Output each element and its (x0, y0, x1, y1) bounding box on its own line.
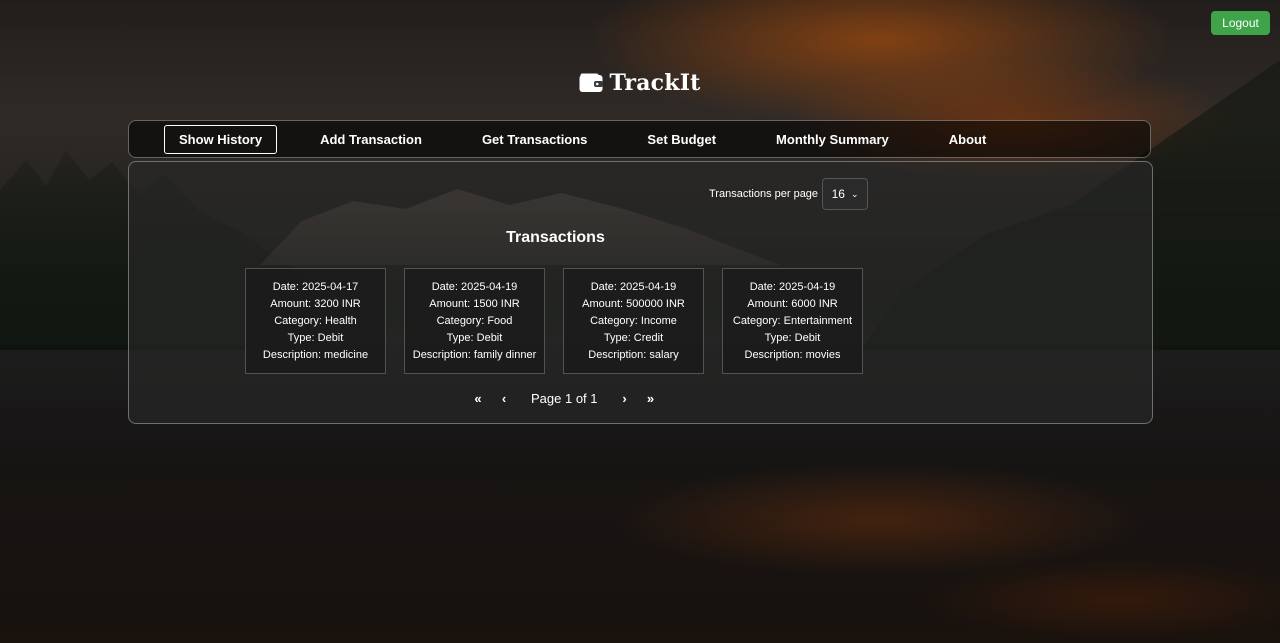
per-page-select[interactable]: 16 ⌄ (822, 178, 869, 210)
transaction-category: Category: Entertainment (732, 314, 853, 327)
per-page-value: 16 (831, 187, 845, 201)
chevron-down-icon: ⌄ (850, 188, 859, 199)
history-panel: Transactions per page 16 ⌄ Transactions … (128, 161, 1153, 424)
pagination: « ‹ Page 1 of 1 › » (465, 391, 664, 406)
transaction-date: Date: 2025-04-19 (749, 280, 836, 293)
transaction-category: Category: Health (274, 314, 357, 327)
last-page-icon[interactable]: » (638, 391, 664, 406)
wallet-icon (579, 73, 604, 93)
transaction-amount: Amount: 500000 INR (582, 297, 685, 310)
transaction-amount: Amount: 1500 INR (429, 297, 520, 310)
next-page-icon[interactable]: › (612, 391, 638, 406)
transaction-description: Description: salary (588, 348, 679, 361)
transaction-description: Description: movies (744, 348, 841, 361)
transaction-amount: Amount: 6000 INR (747, 297, 838, 310)
transaction-date: Date: 2025-04-19 (590, 280, 677, 293)
nav-about[interactable]: About (934, 125, 1002, 154)
transaction-type: Type: Credit (603, 331, 664, 344)
transactions-title: Transactions (506, 229, 605, 246)
per-page-label: Transactions per page (709, 188, 819, 200)
transaction-category: Category: Food (436, 314, 513, 327)
brand: TrackIt (0, 70, 1280, 98)
nav-add-transaction[interactable]: Add Transaction (305, 125, 437, 154)
transaction-card: Date: 2025-04-19 Amount: 6000 INR Catego… (722, 268, 863, 374)
nav-show-history[interactable]: Show History (164, 124, 278, 154)
logout-button[interactable]: Logout (1211, 11, 1270, 35)
transaction-category: Category: Income (590, 314, 677, 327)
transaction-type: Type: Debit (287, 331, 344, 344)
first-page-icon[interactable]: « (465, 391, 491, 406)
transaction-cards: Date: 2025-04-17 Amount: 3200 INR Catego… (245, 268, 863, 374)
page-indicator: Page 1 of 1 (531, 391, 598, 406)
transaction-card: Date: 2025-04-17 Amount: 3200 INR Catego… (245, 268, 386, 374)
main-navbar: Show History Add Transaction Get Transac… (128, 120, 1151, 158)
transaction-date: Date: 2025-04-19 (431, 280, 518, 293)
transaction-card: Date: 2025-04-19 Amount: 500000 INR Cate… (563, 268, 704, 374)
transaction-description: Description: family dinner (412, 348, 537, 361)
transaction-date: Date: 2025-04-17 (272, 280, 359, 293)
prev-page-icon[interactable]: ‹ (491, 391, 517, 406)
nav-monthly-summary[interactable]: Monthly Summary (761, 125, 904, 154)
transaction-type: Type: Debit (446, 331, 503, 344)
nav-get-transactions[interactable]: Get Transactions (467, 125, 602, 154)
transaction-amount: Amount: 3200 INR (270, 297, 361, 310)
per-page-control: Transactions per page 16 ⌄ (709, 178, 869, 210)
nav-set-budget[interactable]: Set Budget (632, 125, 731, 154)
transaction-type: Type: Debit (764, 331, 821, 344)
brand-title: TrackIt (609, 70, 701, 96)
transaction-card: Date: 2025-04-19 Amount: 1500 INR Catego… (404, 268, 545, 374)
transaction-description: Description: medicine (262, 348, 369, 361)
